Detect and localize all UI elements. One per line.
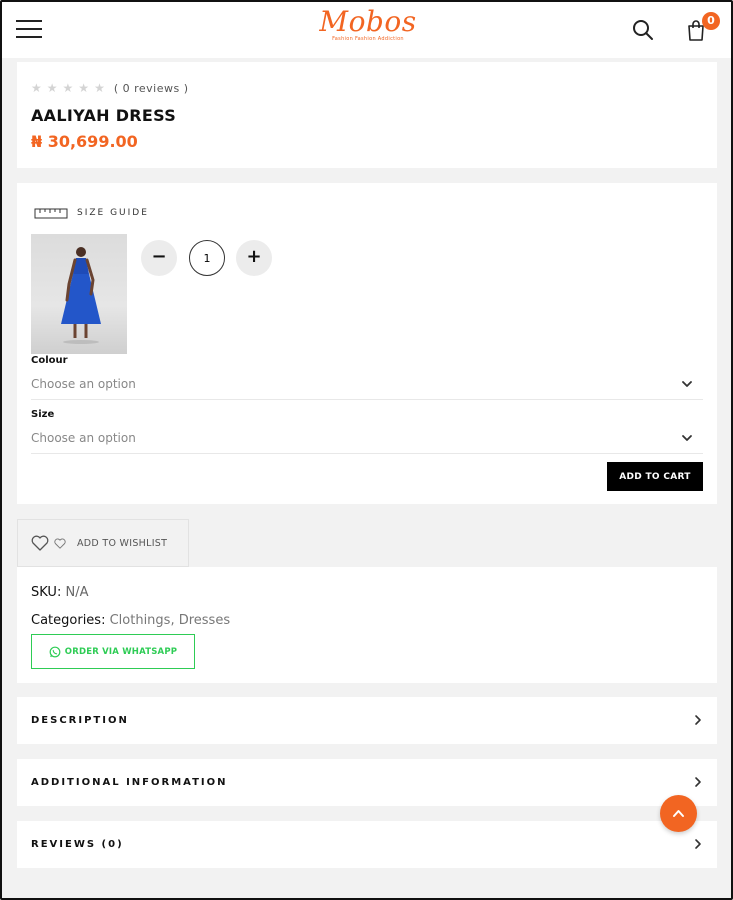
product-options: SIZE GUIDE − + Colour Choose an option S… [17,183,717,504]
star-icon: ★ [46,81,58,95]
colour-select-value: Choose an option [31,377,136,391]
star-icon: ★ [94,81,105,95]
product-summary: ★ ★ ★ ★ ★ ( 0 reviews ) AALIYAH DRESS ₦ … [17,62,717,168]
chevron-right-icon [695,715,701,725]
chevron-right-icon [695,839,701,849]
heart-icon [54,538,66,549]
logo-tagline: Fashion Fashion Addiction [332,36,404,42]
product-thumbnail[interactable] [31,234,127,354]
product-price: ₦ 30,699.00 [31,132,138,151]
star-icon: ★ [31,81,42,95]
category-link-clothings[interactable]: Clothings [110,613,171,628]
cart-count-badge[interactable]: 0 [702,12,720,30]
order-via-whatsapp-button[interactable]: ORDER VIA WHATSAPP [31,634,195,669]
whatsapp-icon [49,646,61,657]
reviews-count[interactable]: ( 0 reviews ) [114,82,189,95]
size-select-value: Choose an option [31,431,136,445]
quantity-input[interactable] [189,240,225,276]
accordion-description[interactable]: DESCRIPTION [17,697,717,744]
accordion-label: DESCRIPTION [31,715,129,726]
chevron-down-icon [682,435,692,441]
site-header: Mobos Fashion Fashion Addiction 0 [0,0,733,58]
scroll-to-top-button[interactable] [660,795,697,832]
add-to-cart-button[interactable]: ADD TO CART [607,462,703,491]
dress-photo [61,247,101,344]
whatsapp-label: ORDER VIA WHATSAPP [64,646,178,657]
accordion-label: ADDITIONAL INFORMATION [31,777,228,788]
heart-icon [31,535,49,551]
category-separator: , [170,613,179,628]
sku-line: SKU: N/A [31,585,88,600]
sku-value: N/A [65,585,89,600]
menu-icon[interactable] [16,20,42,40]
chevron-right-icon [695,777,701,787]
colour-label: Colour [31,355,68,366]
product-title: AALIYAH DRESS [31,106,177,125]
product-meta: SKU: N/A Categories: Clothings, Dresses … [17,567,717,683]
rating-stars[interactable]: ★ ★ ★ ★ ★ ( 0 reviews ) [31,81,189,95]
accordion-label: REVIEWS (0) [31,839,124,850]
sku-label: SKU: [31,585,62,600]
category-link-dresses[interactable]: Dresses [179,613,230,628]
colour-select[interactable]: Choose an option [31,374,703,400]
size-guide-label: SIZE GUIDE [77,208,149,218]
size-label: Size [31,409,55,420]
logo-text: Mobos [319,5,417,38]
search-icon[interactable] [632,19,654,41]
ruler-icon [34,208,68,219]
wishlist-label: ADD TO WISHLIST [77,537,168,549]
accordion-reviews[interactable]: REVIEWS (0) [17,821,717,868]
star-icon: ★ [78,81,90,95]
chevron-down-icon [682,381,692,387]
accordion-additional-information[interactable]: ADDITIONAL INFORMATION [17,759,717,806]
site-logo[interactable]: Mobos Fashion Fashion Addiction [318,6,418,50]
quantity-increase-button[interactable]: + [236,240,272,276]
quantity-decrease-button[interactable]: − [141,240,177,276]
size-select[interactable]: Choose an option [31,428,703,454]
add-to-wishlist-button[interactable]: ADD TO WISHLIST [17,519,189,567]
size-guide-link[interactable]: SIZE GUIDE [34,206,149,220]
categories-line: Categories: Clothings, Dresses [31,613,230,628]
chevron-up-icon [673,810,684,817]
star-icon: ★ [62,81,74,95]
categories-label: Categories: [31,613,106,628]
